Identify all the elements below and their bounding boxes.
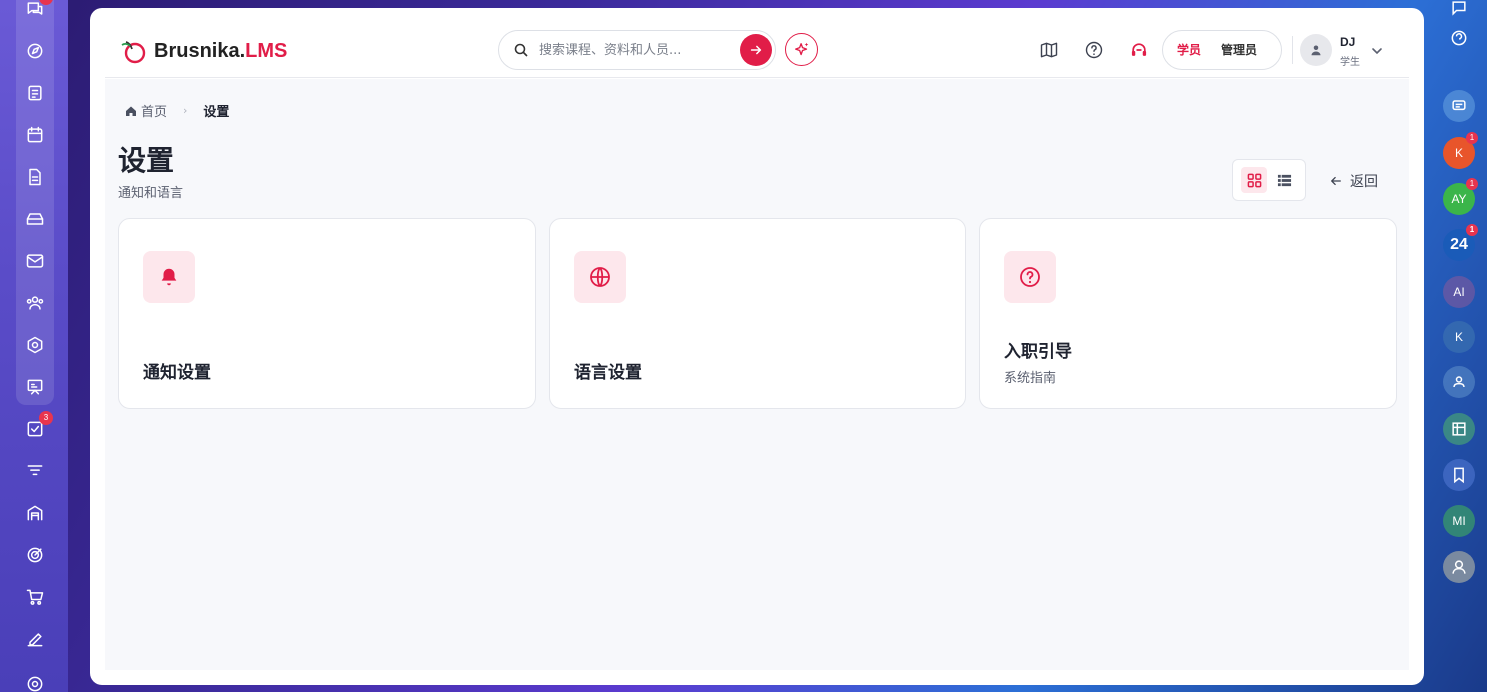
back-button[interactable]: 返回 — [1330, 171, 1378, 191]
card-title: 入职引导 — [1004, 342, 1072, 362]
user-avatar[interactable] — [1300, 34, 1332, 66]
ai-assistant-button[interactable] — [785, 33, 818, 66]
user-initials[interactable]: DJ — [1340, 35, 1355, 49]
top-header: Brusnika.LMS 搜索课程、资料和人员... 学员 管理员 DJ 学生 — [105, 8, 1409, 78]
onboarding-guide-card[interactable]: 入职引导 系统指南 — [979, 218, 1397, 409]
logo-text-main: Brusnika. — [154, 39, 246, 62]
warehouse-icon[interactable] — [23, 501, 47, 525]
user-icon — [1311, 45, 1321, 56]
right-dock-bookmark-icon[interactable] — [1443, 459, 1475, 491]
archive-icon[interactable] — [23, 207, 47, 231]
support-headset-icon[interactable] — [1128, 39, 1150, 61]
question-circle-icon — [1004, 251, 1056, 303]
document-icon[interactable] — [23, 81, 47, 105]
checklist-icon[interactable]: 3 — [23, 411, 53, 441]
home-icon — [126, 106, 136, 116]
avatar-label: AI — [1453, 285, 1465, 299]
avatar-badge: 1 — [1466, 178, 1478, 190]
breadcrumb-home-label: 首页 — [141, 105, 168, 120]
logo-text-accent: LMS — [245, 39, 288, 62]
search-input[interactable] — [539, 39, 729, 61]
notification-settings-card[interactable]: 通知设置 — [118, 218, 536, 409]
target-icon[interactable] — [23, 543, 47, 567]
avatar-label: K — [1454, 146, 1463, 160]
breadcrumb: 首页 › 设置 — [125, 101, 229, 120]
language-settings-card[interactable]: 语言设置 — [549, 218, 966, 409]
avatar-label: MI — [1452, 514, 1466, 528]
right-dock-chat-icon[interactable] — [1443, 0, 1475, 24]
back-label: 返回 — [1350, 174, 1378, 190]
main-content: 首页 › 设置 设置 通知和语言 返回 通知设置 语言设置 入职引导 系统指南 — [105, 79, 1409, 670]
right-dock-avatar[interactable]: AY 1 — [1443, 178, 1478, 215]
app-logo[interactable]: Brusnika.LMS — [118, 36, 287, 66]
mail-icon[interactable] — [23, 249, 47, 273]
right-dock-users-icon[interactable] — [1443, 366, 1475, 398]
app-badge: 1 — [1466, 224, 1478, 236]
avatar-label: K — [1454, 330, 1463, 344]
header-divider — [1292, 36, 1293, 64]
grid-view-button[interactable] — [1241, 167, 1267, 193]
search-icon — [514, 43, 528, 57]
arrow-left-icon — [1331, 176, 1341, 186]
card-title: 通知设置 — [143, 363, 211, 383]
hexagon-icon[interactable] — [23, 333, 47, 357]
user-role: 学生 — [1340, 57, 1360, 68]
avatar-badge: 1 — [1466, 132, 1478, 144]
checklist-badge: 3 — [39, 411, 53, 425]
right-dock-avatar[interactable]: K 1 — [1443, 132, 1478, 169]
role-switch[interactable]: 学员 管理员 — [1162, 30, 1282, 70]
list-icon — [1277, 174, 1291, 186]
compass-icon[interactable] — [23, 39, 47, 63]
chevron-down-icon[interactable] — [1370, 44, 1384, 58]
right-dock-avatar[interactable]: MI — [1443, 505, 1475, 537]
left-dock: 3 3 — [0, 0, 68, 692]
arrow-right-icon — [750, 45, 762, 55]
filter-icon[interactable] — [23, 459, 47, 483]
right-dock-help-icon[interactable] — [1443, 22, 1475, 54]
role-admin-button[interactable]: 管理员 — [1211, 36, 1267, 64]
right-dock-avatar[interactable]: K — [1443, 321, 1475, 353]
logo-text: Brusnika.LMS — [154, 40, 287, 63]
app-label: 24 — [1450, 236, 1468, 253]
grid-icon — [1247, 173, 1261, 187]
role-student-button[interactable]: 学员 — [1167, 36, 1211, 64]
sparkle-icon — [794, 42, 808, 55]
card-title: 语言设置 — [574, 363, 642, 383]
globe-icon — [574, 251, 626, 303]
breadcrumb-current: 设置 — [203, 105, 230, 120]
right-dock-message-icon[interactable] — [1443, 90, 1475, 122]
view-mode-toggle — [1232, 159, 1306, 201]
bell-icon — [143, 251, 195, 303]
breadcrumb-separator-icon: › — [183, 104, 188, 117]
right-dock-app-24[interactable]: 24 1 — [1443, 224, 1478, 261]
main-window: Brusnika.LMS 搜索课程、资料和人员... 学员 管理员 DJ 学生 … — [90, 8, 1424, 685]
right-dock-table-icon[interactable] — [1443, 413, 1475, 445]
breadcrumb-home[interactable]: 首页 — [125, 101, 167, 120]
users-icon[interactable] — [23, 291, 47, 315]
right-dock-user-photo[interactable] — [1443, 551, 1475, 583]
cart-icon[interactable] — [23, 585, 47, 609]
search-submit-button[interactable] — [740, 34, 772, 66]
list-view-button[interactable] — [1271, 167, 1297, 193]
berry-logo-icon — [121, 41, 146, 64]
edit-icon[interactable] — [23, 627, 47, 651]
avatar-label: AY — [1451, 192, 1467, 206]
page-title: 设置 — [118, 144, 175, 177]
presentation-icon[interactable] — [23, 375, 47, 399]
help-icon[interactable] — [1083, 39, 1105, 61]
calendar-icon[interactable] — [23, 123, 47, 147]
page-subtitle: 通知和语言 — [118, 186, 184, 201]
settings-icon[interactable] — [23, 672, 47, 692]
card-description: 系统指南 — [1004, 371, 1057, 386]
search-bar[interactable] — [498, 30, 776, 70]
right-dock-avatar[interactable]: AI — [1443, 276, 1475, 308]
chat-icon[interactable]: 3 — [23, 0, 53, 21]
file-icon[interactable] — [23, 165, 47, 189]
map-icon[interactable] — [1038, 39, 1060, 61]
